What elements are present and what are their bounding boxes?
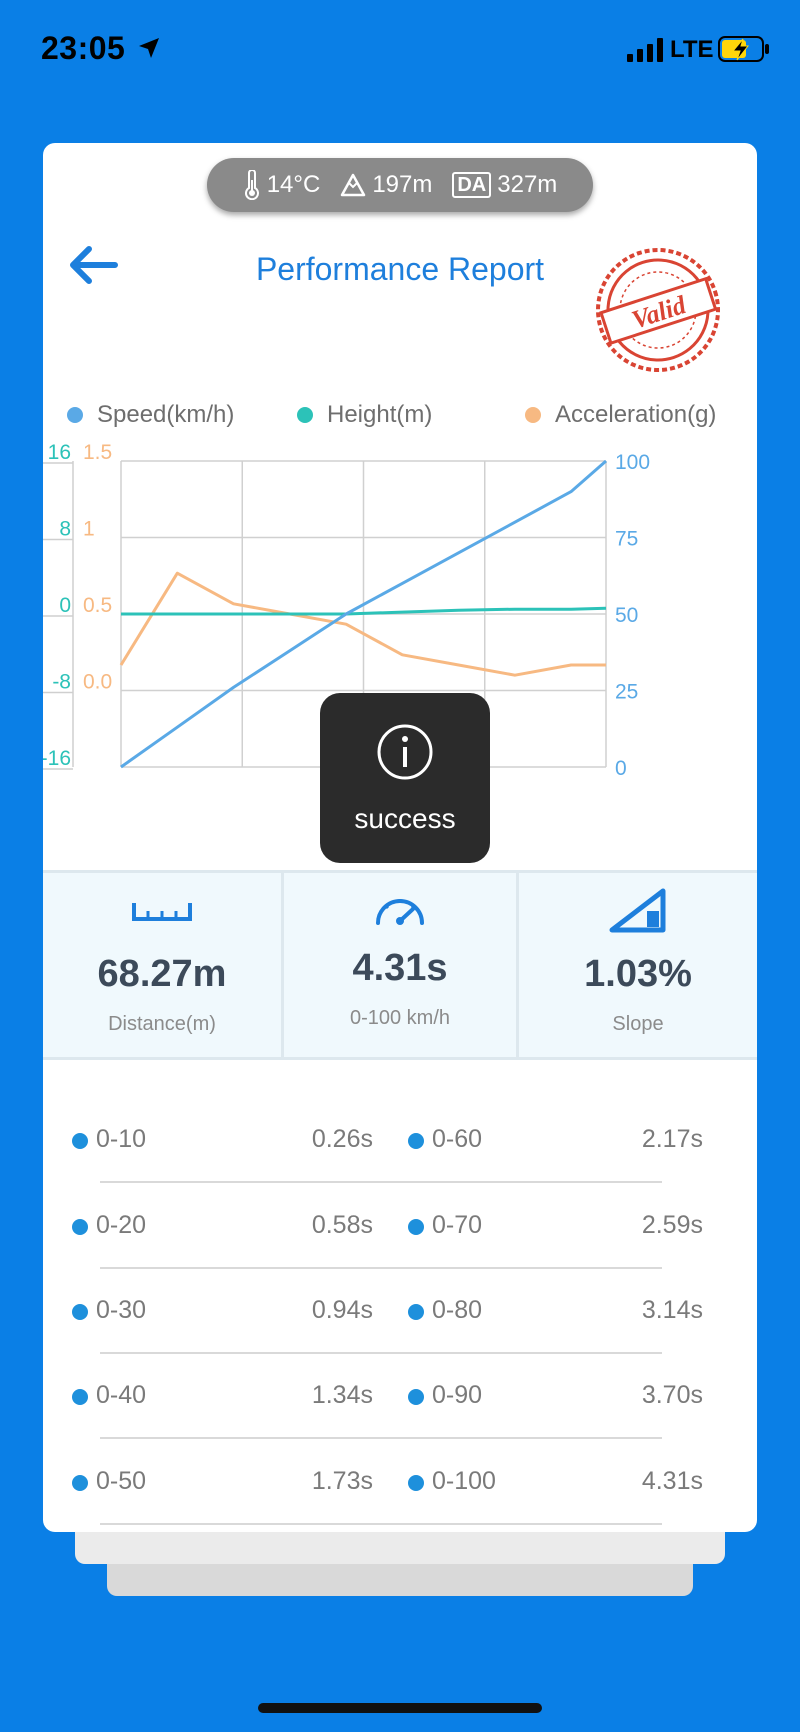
legend-label-acceleration: Acceleration(g) — [555, 401, 717, 428]
mountain-icon — [341, 173, 366, 197]
split-dot — [72, 1219, 88, 1235]
legend-item-acceleration: Acceleration(g) — [525, 401, 716, 429]
altitude-info: 197m — [340, 171, 432, 199]
distance-label: Distance(m) — [108, 1013, 216, 1035]
stats-panel: 68.27m Distance(m) 4.31s 0-100 km/h 1.03… — [43, 870, 757, 1060]
speed-tick-label: 75 — [615, 528, 638, 551]
split-label: 0-50 — [96, 1467, 147, 1495]
split-label: 0-90 — [432, 1381, 483, 1409]
slope-value: 1.03% — [584, 953, 692, 995]
acceleration-time-value: 4.31s — [352, 947, 448, 989]
home-indicator[interactable] — [258, 1703, 542, 1713]
split-dot — [72, 1389, 88, 1405]
battery-charging-icon — [718, 36, 769, 62]
split-dot — [72, 1475, 88, 1491]
density-altitude-value: 327m — [497, 171, 558, 198]
split-value: 3.70s — [641, 1381, 703, 1409]
legend-item-height: Height(m) — [297, 401, 432, 429]
split-label: 0-70 — [432, 1211, 483, 1239]
split-row: 0-50 1.73s 0-100 4.31s — [43, 1439, 757, 1525]
height-tick-label: -8 — [52, 671, 71, 694]
split-value: 1.73s — [311, 1467, 373, 1495]
height-tick-label: 16 — [48, 443, 71, 464]
density-altitude-info: DA 327m — [452, 171, 557, 199]
status-time: 23:05 — [41, 30, 126, 66]
split-dot — [72, 1133, 88, 1149]
thermometer-icon — [244, 170, 259, 200]
split-value: 2.17s — [641, 1125, 703, 1153]
slope-label: Slope — [612, 1013, 664, 1035]
network-type: LTE — [670, 36, 714, 63]
split-label: 0-30 — [96, 1296, 147, 1324]
split-value: 4.31s — [641, 1467, 703, 1495]
status-bar: 23:05 LTE — [0, 0, 800, 100]
split-label: 0-10 — [96, 1125, 147, 1153]
split-value: 1.34s — [311, 1381, 373, 1409]
toast-message: success — [354, 803, 456, 834]
environment-info-pill: 14°C 197m DA 327m — [207, 158, 593, 212]
legend-dot-acceleration — [525, 407, 541, 423]
split-value: 0.58s — [311, 1211, 373, 1239]
legend-dot-height — [297, 407, 313, 423]
acceleration-tick-label: 1.5 — [83, 443, 112, 464]
height-tick-label: -16 — [43, 747, 71, 770]
valid-stamp-icon: Valid — [596, 248, 720, 372]
split-label: 0-80 — [432, 1296, 483, 1324]
speed-tick-label: 25 — [615, 681, 638, 704]
split-dot — [72, 1304, 88, 1320]
slope-icon — [609, 888, 666, 933]
distance-value: 68.27m — [97, 953, 227, 995]
split-label: 0-20 — [96, 1211, 147, 1239]
success-toast: success — [320, 693, 490, 863]
cellular-signal-icon — [627, 38, 663, 62]
split-label: 0-100 — [432, 1467, 496, 1495]
stat-slope: 1.03% Slope — [519, 873, 757, 1057]
acceleration-time-label: 0-100 km/h — [349, 1007, 451, 1029]
legend-item-speed: Speed(km/h) — [67, 401, 234, 429]
info-icon — [377, 724, 433, 780]
split-row: 0-10 0.26s 0-60 2.17s — [43, 1097, 757, 1183]
split-dot — [408, 1219, 424, 1235]
split-label: 0-40 — [96, 1381, 147, 1409]
temperature-value: 14°C — [266, 171, 321, 198]
location-arrow-icon — [139, 38, 159, 58]
stat-distance: 68.27m Distance(m) — [43, 873, 284, 1057]
split-value: 3.14s — [641, 1296, 703, 1324]
speed-tick-label: 0 — [615, 757, 627, 780]
split-dot — [408, 1304, 424, 1320]
split-value: 0.94s — [311, 1296, 373, 1324]
speedometer-icon — [376, 899, 424, 925]
legend-label-height: Height(m) — [327, 401, 433, 428]
height-tick-label: 0 — [59, 594, 71, 617]
split-row: 0-20 0.58s 0-70 2.59s — [43, 1183, 757, 1269]
split-value: 0.26s — [311, 1125, 373, 1153]
split-row: 0-40 1.34s 0-90 3.70s — [43, 1353, 757, 1439]
acceleration-tick-label: 0.0 — [83, 671, 112, 694]
altitude-value: 197m — [372, 171, 433, 198]
performance-report-card: 14°C 197m DA 327m Performance Report Val… — [43, 143, 757, 1532]
legend-label-speed: Speed(km/h) — [97, 401, 235, 428]
legend-dot-speed — [67, 407, 83, 423]
split-dot — [408, 1133, 424, 1149]
stat-acceleration-time: 4.31s 0-100 km/h — [284, 873, 519, 1057]
chart-legend: Speed(km/h) Height(m) Acceleration(g) — [43, 401, 757, 431]
speed-tick-label: 50 — [615, 604, 638, 627]
split-row: 0-30 0.94s 0-80 3.14s — [43, 1268, 757, 1354]
row-divider — [100, 1523, 662, 1525]
speed-tick-label: 100 — [615, 451, 650, 474]
density-altitude-badge: DA — [452, 172, 492, 198]
ruler-icon — [132, 903, 192, 921]
split-dot — [408, 1389, 424, 1405]
split-label: 0-60 — [432, 1125, 483, 1153]
height-tick-label: 8 — [59, 518, 71, 541]
split-value: 2.59s — [641, 1211, 703, 1239]
acceleration-tick-label: 0.5 — [83, 594, 112, 617]
acceleration-tick-label: 1 — [83, 518, 95, 541]
split-dot — [408, 1475, 424, 1491]
temperature-info: 14°C — [243, 170, 321, 200]
